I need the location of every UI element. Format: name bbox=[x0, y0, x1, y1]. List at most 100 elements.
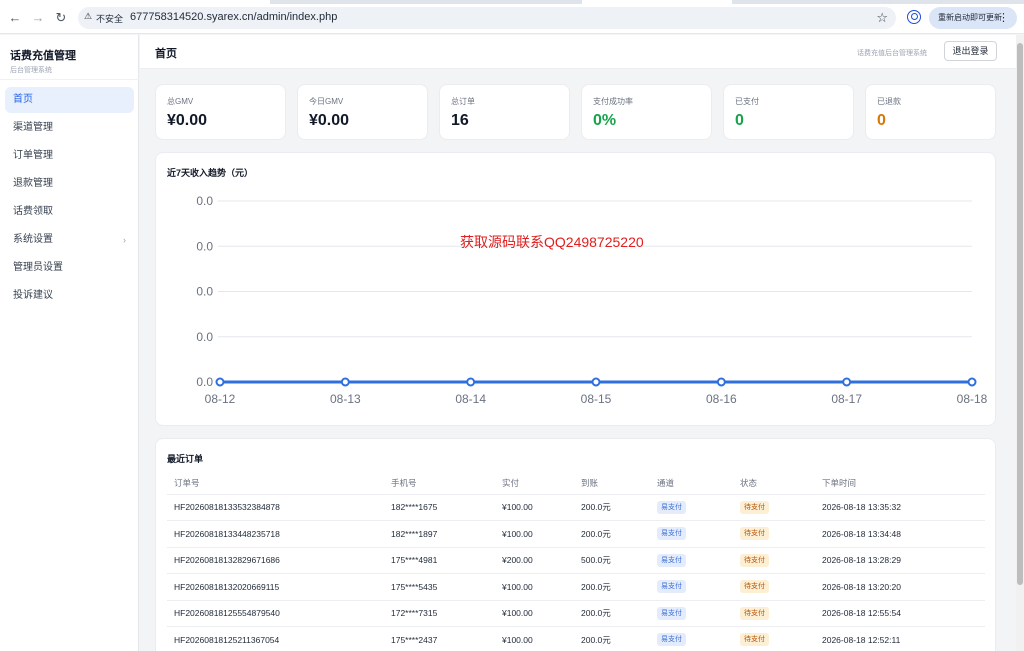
table-row[interactable]: HF20260818133448235718 182****1897 ¥100.… bbox=[167, 520, 985, 548]
credited-amount: 200.0元 bbox=[574, 494, 650, 521]
bookmark-star-icon[interactable]: ☆ bbox=[876, 10, 888, 26]
table-row[interactable]: HF20260818125211367054 175****2437 ¥100.… bbox=[167, 626, 985, 651]
sidebar-item-home[interactable]: 首页 bbox=[5, 87, 134, 113]
warning-icon[interactable]: ⚠ bbox=[84, 11, 92, 22]
data-point bbox=[591, 377, 601, 387]
order-time: 2026-08-18 13:35:32 bbox=[815, 494, 985, 521]
sidebar-menu: 首页 渠道管理 订单管理 退款管理 话费领取 系统设置 › 管理员设置 投诉建议 bbox=[5, 87, 134, 311]
data-point bbox=[466, 377, 476, 387]
restart-update-button[interactable]: 重新启动即可更新 ⋮ bbox=[929, 7, 1017, 29]
x-tick-label: 08-17 bbox=[831, 392, 862, 406]
address-bar[interactable]: ⚠ 不安全 677758314520.syarex.cn/admin/index… bbox=[78, 7, 896, 29]
tab-background bbox=[0, 0, 270, 4]
stat-card-success-rate: 支付成功率 0% bbox=[581, 84, 712, 140]
security-label[interactable]: 不安全 bbox=[96, 12, 123, 25]
status-badge: 待支付 bbox=[740, 500, 769, 514]
browser-toolbar: ← → ↻ ⚠ 不安全 677758314520.syarex.cn/admin… bbox=[0, 0, 1024, 34]
sidebar-item-system-settings[interactable]: 系统设置 › bbox=[5, 227, 134, 253]
stat-card-total-orders: 总订单 16 bbox=[439, 84, 570, 140]
stat-card-paid: 已支付 0 bbox=[723, 84, 854, 140]
scrollbar-thumb[interactable] bbox=[1017, 43, 1023, 585]
stat-value: 0 bbox=[877, 112, 886, 129]
status-badge: 待支付 bbox=[740, 606, 769, 620]
credited-amount: 200.0元 bbox=[574, 626, 650, 651]
channel-cell: 易支付 bbox=[650, 547, 733, 574]
sidebar-item-credit-claim[interactable]: 话费领取 bbox=[5, 199, 134, 225]
channel-badge: 易支付 bbox=[657, 527, 686, 541]
tab-background bbox=[582, 0, 732, 4]
channel-badge: 易支付 bbox=[657, 553, 686, 567]
page-title: 首页 bbox=[155, 48, 177, 60]
page-header: 首页 话费充值后台管理系统 退出登录 bbox=[140, 35, 1016, 69]
sidebar: 话费充值管理 后台管理系统 首页 渠道管理 订单管理 退款管理 话费领取 系统设… bbox=[0, 35, 139, 651]
channel-badge: 易支付 bbox=[657, 580, 686, 594]
column-header: 通道 bbox=[650, 473, 733, 495]
order-id: HF20260818133448235718 bbox=[167, 520, 384, 548]
tab-strip bbox=[0, 0, 1024, 4]
revenue-trend-card: 近7天收入趋势（元） 0.0 0.0 0.0 0.0 0.0 08-12 08-13 08-1… bbox=[155, 152, 996, 426]
x-tick-label: 08-13 bbox=[330, 392, 361, 406]
channel-badge: 易支付 bbox=[657, 606, 686, 620]
status-cell: 待支付 bbox=[733, 494, 815, 521]
sidebar-item-refunds[interactable]: 退款管理 bbox=[5, 171, 134, 197]
table-row[interactable]: HF20260818133532384878 182****1675 ¥100.… bbox=[167, 494, 985, 521]
phone-number: 175****4981 bbox=[384, 547, 495, 574]
paid-amount: ¥100.00 bbox=[495, 600, 574, 627]
stat-value: 0 bbox=[735, 112, 744, 129]
status-badge: 待支付 bbox=[740, 580, 769, 594]
url-text[interactable]: 677758314520.syarex.cn/admin/index.php bbox=[130, 11, 337, 23]
logout-button[interactable]: 退出登录 bbox=[944, 41, 997, 61]
status-cell: 待支付 bbox=[733, 600, 815, 627]
forward-icon[interactable]: → bbox=[30, 10, 46, 26]
data-point bbox=[215, 377, 225, 387]
sidebar-item-label: 管理员设置 bbox=[13, 262, 63, 273]
reload-icon[interactable]: ↻ bbox=[53, 10, 69, 26]
y-tick-label: 0.0 bbox=[196, 194, 213, 208]
column-header: 订单号 bbox=[167, 473, 384, 495]
table-row[interactable]: HF20260818132829671686 175****4981 ¥200.… bbox=[167, 547, 985, 574]
sidebar-item-label: 订单管理 bbox=[13, 150, 53, 161]
phone-number: 175****5435 bbox=[384, 573, 495, 601]
y-tick-label: 0.0 bbox=[196, 239, 213, 253]
paid-amount: ¥100.00 bbox=[495, 626, 574, 651]
sidebar-item-admin-settings[interactable]: 管理员设置 bbox=[5, 255, 134, 281]
column-header: 手机号 bbox=[384, 473, 495, 495]
data-point bbox=[967, 377, 977, 387]
sidebar-item-channels[interactable]: 渠道管理 bbox=[5, 115, 134, 141]
brand: 话费充值管理 后台管理系统 bbox=[10, 47, 76, 75]
stat-label: 总订单 bbox=[451, 97, 475, 106]
sidebar-item-orders[interactable]: 订单管理 bbox=[5, 143, 134, 169]
y-tick-label: 0.0 bbox=[196, 285, 213, 299]
page-scrollbar[interactable] bbox=[1016, 35, 1024, 651]
orders-title: 最近订单 bbox=[167, 454, 204, 464]
sidebar-item-label: 首页 bbox=[13, 94, 33, 105]
order-id: HF20260818132829671686 bbox=[167, 547, 384, 574]
stat-label: 已退款 bbox=[877, 97, 901, 106]
stat-label: 今日GMV bbox=[309, 97, 344, 106]
chevron-right-icon: › bbox=[123, 235, 126, 245]
stat-card-total-gmv: 总GMV ¥0.00 bbox=[155, 84, 286, 140]
phone-number: 182****1675 bbox=[384, 494, 495, 521]
sidebar-item-label: 话费领取 bbox=[13, 206, 53, 217]
back-icon[interactable]: ← bbox=[7, 10, 23, 26]
order-time: 2026-08-18 12:52:11 bbox=[815, 626, 985, 651]
x-tick-label: 08-15 bbox=[581, 392, 612, 406]
brand-title: 话费充值管理 bbox=[10, 50, 76, 62]
order-time: 2026-08-18 13:20:20 bbox=[815, 573, 985, 601]
y-tick-label: 0.0 bbox=[196, 375, 213, 389]
table-row[interactable]: HF20260818132020669115 175****5435 ¥100.… bbox=[167, 573, 985, 601]
phone-number: 172****7315 bbox=[384, 600, 495, 627]
status-cell: 待支付 bbox=[733, 573, 815, 601]
more-menu-icon[interactable]: ⋮ bbox=[998, 7, 1009, 29]
order-id: HF20260818125554879540 bbox=[167, 600, 384, 627]
x-tick-label: 08-18 bbox=[957, 392, 988, 406]
table-row[interactable]: HF20260818125554879540 172****7315 ¥100.… bbox=[167, 600, 985, 627]
paid-amount: ¥100.00 bbox=[495, 520, 574, 548]
y-tick-label: 0.0 bbox=[196, 330, 213, 344]
channel-cell: 易支付 bbox=[650, 600, 733, 627]
sidebar-item-complaints[interactable]: 投诉建议 bbox=[5, 283, 134, 309]
credited-amount: 200.0元 bbox=[574, 520, 650, 548]
profile-icon[interactable] bbox=[907, 10, 921, 24]
paid-amount: ¥200.00 bbox=[495, 547, 574, 574]
order-time: 2026-08-18 13:34:48 bbox=[815, 520, 985, 548]
